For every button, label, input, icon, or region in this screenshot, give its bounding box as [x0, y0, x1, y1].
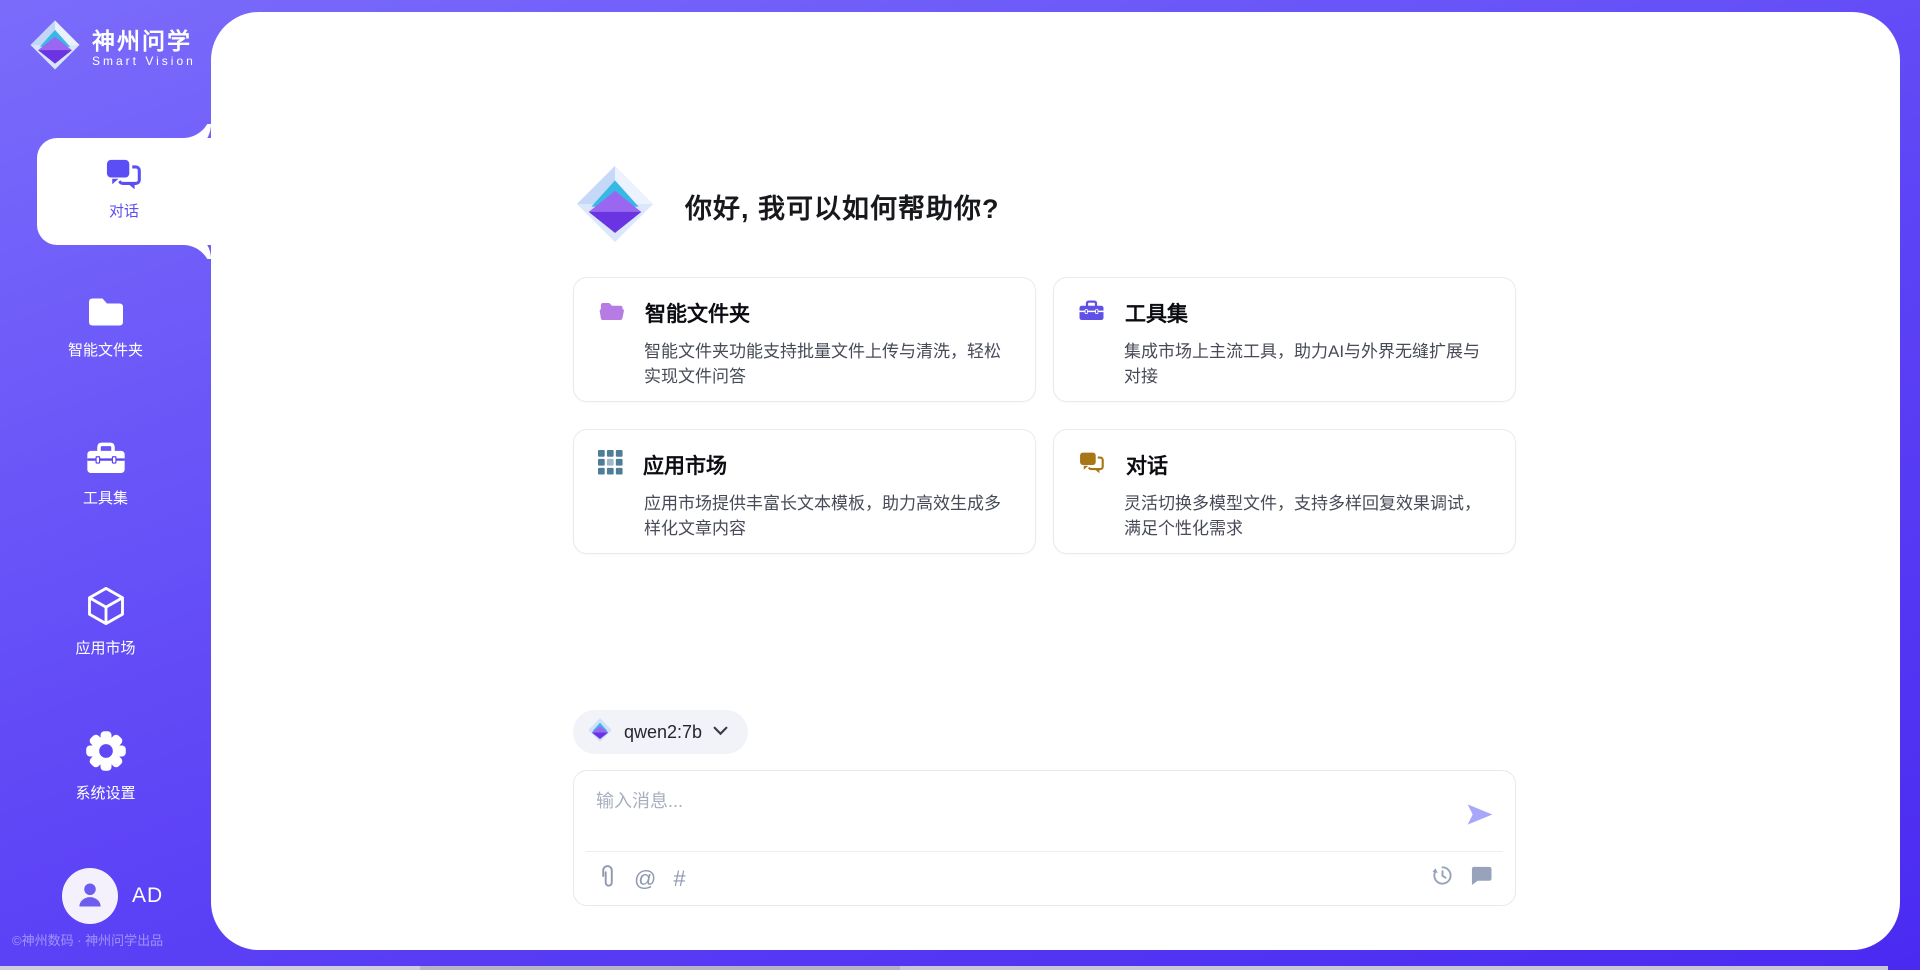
card-description: 集成市场上主流工具，助力AI与外界无缝扩展与对接 — [1124, 339, 1491, 389]
sidebar: 神州问学 Smart Vision 对话 智能文件夹 — [0, 0, 211, 970]
card-description: 智能文件夹功能支持批量文件上传与清洗，轻松实现文件问答 — [644, 339, 1011, 389]
chat-bubble-icon — [1470, 865, 1493, 890]
history-button[interactable] — [1431, 864, 1454, 891]
composer-divider — [586, 851, 1503, 852]
card-description: 应用市场提供丰富长文本模板，助力高效生成多样化文章内容 — [644, 491, 1011, 541]
user-name: AD — [132, 884, 163, 908]
sidebar-item-app-market[interactable]: 应用市场 — [0, 584, 211, 658]
hashtag-icon: # — [673, 868, 685, 890]
grid-icon — [598, 450, 623, 480]
sidebar-item-smart-folder[interactable]: 智能文件夹 — [0, 294, 211, 360]
cube-icon — [0, 584, 211, 628]
sidebar-item-label: 工具集 — [0, 487, 211, 508]
card-title: 对话 — [1126, 450, 1168, 480]
avatar — [62, 868, 118, 924]
model-selector[interactable]: qwen2:7b — [573, 710, 748, 754]
attach-icon — [598, 864, 617, 893]
card-title: 智能文件夹 — [645, 298, 750, 328]
card-smart-folder[interactable]: 智能文件夹 智能文件夹功能支持批量文件上传与清洗，轻松实现文件问答 — [573, 277, 1036, 402]
main-area: 你好, 我可以如何帮助你? 智能文件夹 智能文件夹功能支持批量文件上传与清洗，轻… — [211, 12, 1900, 950]
chat-icon — [1078, 450, 1106, 480]
brand-diamond-icon — [573, 162, 657, 251]
card-toolset[interactable]: 工具集 集成市场上主流工具，助力AI与外界无缝扩展与对接 — [1053, 277, 1516, 402]
card-chat[interactable]: 对话 灵活切换多模型文件，支持多样回复效果调试，满足个性化需求 — [1053, 429, 1516, 554]
sidebar-item-label: 智能文件夹 — [0, 339, 211, 360]
toolbox-icon — [1078, 299, 1105, 328]
chevron-down-icon — [713, 723, 728, 741]
bottom-screen-edge — [0, 966, 1888, 970]
gear-icon — [0, 729, 211, 773]
card-title: 工具集 — [1125, 298, 1188, 328]
brand-subtitle: Smart Vision — [92, 54, 196, 68]
brand-diamond-icon — [28, 18, 82, 77]
model-name: qwen2:7b — [624, 722, 702, 743]
card-description: 灵活切换多模型文件，支持多样回复效果调试，满足个性化需求 — [1124, 491, 1491, 541]
brand: 神州问学 Smart Vision — [28, 18, 196, 77]
mention-button[interactable]: @ — [634, 868, 656, 890]
folder-icon — [0, 294, 211, 330]
sidebar-item-settings[interactable]: 系统设置 — [0, 729, 211, 803]
toolbox-icon — [0, 440, 211, 478]
brand-diamond-icon — [587, 717, 613, 748]
history-icon — [1431, 864, 1454, 891]
mention-icon: @ — [634, 868, 656, 890]
greeting-title: 你好, 我可以如何帮助你? — [685, 187, 1000, 226]
copyright-text: ©神州数码 · 神州问学出品 — [12, 930, 163, 949]
folder-open-icon — [598, 299, 625, 327]
attach-button[interactable] — [598, 864, 617, 893]
user-account[interactable]: AD — [62, 868, 163, 924]
sidebar-item-toolset[interactable]: 工具集 — [0, 440, 211, 508]
send-button[interactable] — [1465, 801, 1495, 831]
sidebar-item-label: 对话 — [37, 200, 211, 221]
feature-cards: 智能文件夹 智能文件夹功能支持批量文件上传与清洗，轻松实现文件问答 — [573, 277, 1516, 554]
chat-icon — [37, 156, 211, 192]
hashtag-button[interactable]: # — [673, 868, 685, 890]
message-input[interactable] — [594, 785, 1448, 845]
brand-text: 神州问学 Smart Vision — [92, 28, 196, 68]
card-title: 应用市场 — [643, 450, 727, 480]
person-icon — [75, 879, 105, 914]
message-composer: @ # — [573, 770, 1516, 906]
sidebar-item-label: 应用市场 — [0, 637, 211, 658]
sidebar-item-label: 系统设置 — [0, 782, 211, 803]
card-app-market[interactable]: 应用市场 应用市场提供丰富长文本模板，助力高效生成多样化文章内容 — [573, 429, 1036, 554]
brand-name: 神州问学 — [92, 28, 196, 54]
greeting-block: 你好, 我可以如何帮助你? — [573, 162, 1000, 251]
sidebar-item-chat[interactable]: 对话 — [37, 138, 211, 245]
chat-bubble-button[interactable] — [1470, 865, 1493, 890]
